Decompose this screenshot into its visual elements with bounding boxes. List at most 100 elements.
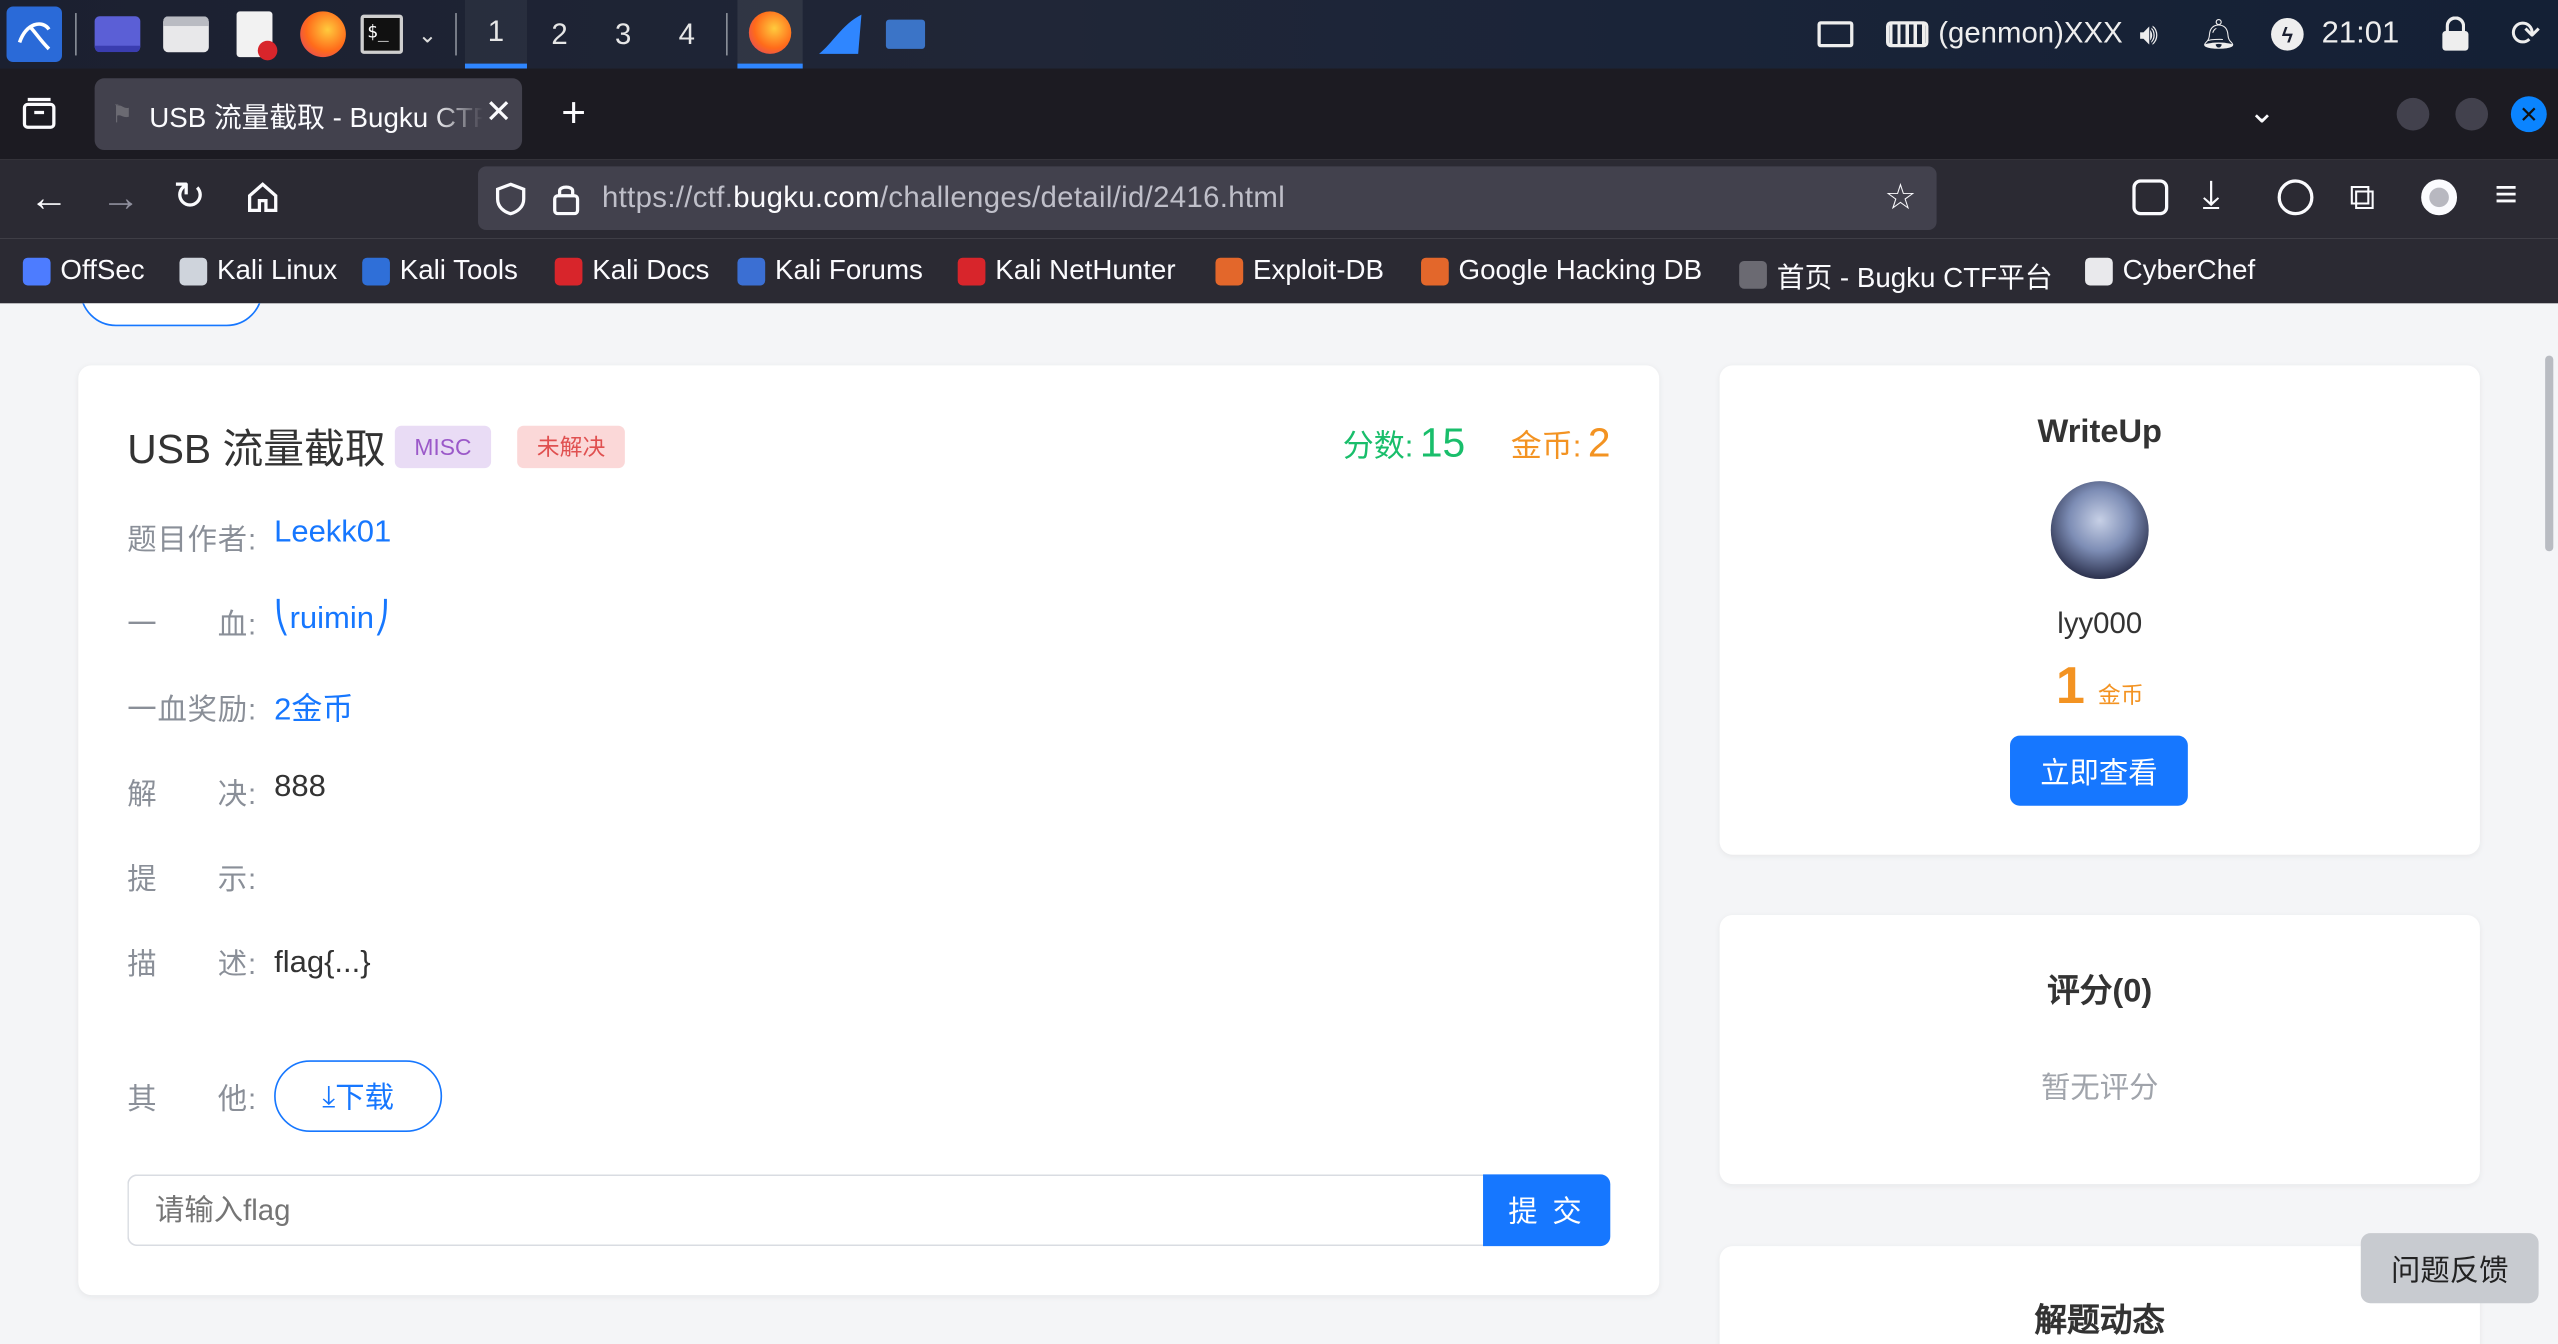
bookmark-google-hacking-db[interactable]: Google Hacking DB [1421, 254, 1702, 287]
kali-menu-icon[interactable] [6, 6, 62, 62]
volume-icon[interactable]: 🔊︎ [2126, 10, 2172, 59]
tab-list-chevron-icon[interactable]: ⌄ [2248, 91, 2275, 132]
kali-docs-icon [554, 256, 583, 285]
browser-navbar: ← → ↻ https://ctf.bugku.com/challenges/d… [0, 159, 2558, 239]
window-minimize-button[interactable] [2396, 97, 2430, 131]
text-editor-icon[interactable] [228, 10, 280, 61]
score: 分数: 15 [1342, 420, 1466, 467]
show-desktop-icon[interactable] [91, 10, 143, 59]
back-arrow-icon[interactable]: ← [29, 176, 68, 222]
first-blood-link[interactable]: ⎝ruimin⎠ [274, 600, 389, 638]
bookmark-bugku-home[interactable]: 首页 - Bugku CTF平台 [1739, 254, 2053, 295]
first-blood-label: 一 血: [127, 608, 257, 642]
download-button[interactable]: ⤓ 下载 [274, 1060, 443, 1132]
account-icon[interactable] [2277, 179, 2314, 216]
desktop-taskbar: $_ ⌄ 1 2 3 4 (genmon)XXX 🔊︎ 🔔︎ ϟ 21:01 ⟳ [0, 0, 2558, 69]
kali-dragon-icon [179, 256, 208, 285]
view-writeup-button[interactable]: 立即查看 [2010, 735, 2188, 806]
bookmark-kali-tools[interactable]: Kali Tools [362, 254, 518, 287]
bookmark-kali-nethunter[interactable]: Kali NetHunter [957, 254, 1176, 287]
power-manager-icon[interactable]: ϟ [2268, 10, 2307, 59]
genmon-label: (genmon)XXX [1938, 16, 2123, 49]
challenge-title: USB 流量截取 [127, 427, 386, 474]
tab-active[interactable]: ⚑ USB 流量截取 - Bugku CTF ✕ [94, 78, 523, 151]
challenge-card: USB 流量截取 MISC 未解决 分数: 15 金币: 2 题目作者: Leekk… [78, 365, 1660, 1296]
wireshark-window-icon[interactable] [811, 10, 870, 59]
chevron-down-icon[interactable]: ⌄ [411, 10, 444, 59]
top-pill-button[interactable] [79, 303, 263, 327]
submit-flag-button[interactable]: 提 交 [1483, 1174, 1611, 1247]
menu-hamburger-icon[interactable]: ≡ [2495, 173, 2518, 219]
bookmark-kali-linux[interactable]: Kali Linux [179, 254, 337, 287]
nethunter-icon [957, 256, 986, 285]
extensions-icon[interactable]: ⧉ [2349, 176, 2375, 218]
solved-label: 解 决: [127, 778, 257, 811]
notification-bell-icon[interactable]: 🔔︎ [2199, 10, 2238, 59]
bookmark-exploit-db[interactable]: Exploit-DB [1215, 254, 1384, 287]
logout-icon[interactable]: ⟳ [2503, 10, 2549, 59]
offsec-icon [22, 256, 51, 285]
file-manager-icon[interactable] [160, 10, 212, 59]
bookmark-cyberchef[interactable]: CyberChef [2085, 254, 2255, 287]
rating-empty-text: 暂无评分 [2041, 1071, 2159, 1105]
firefox-launcher-icon[interactable] [297, 10, 349, 59]
keyboard-icon[interactable] [1884, 10, 1930, 59]
window-maximize-button[interactable] [2455, 97, 2489, 131]
bookmark-kali-docs[interactable]: Kali Docs [554, 254, 709, 287]
rating-card: 评分(0) 暂无评分 [1719, 915, 2480, 1185]
bookmark-star-icon[interactable]: ☆ [1884, 176, 1916, 218]
terminal-icon[interactable]: $_ [359, 10, 405, 59]
lock-screen-icon[interactable] [2434, 10, 2476, 59]
app-window-icon[interactable] [881, 10, 930, 59]
window-close-button[interactable]: ✕ [2510, 96, 2547, 133]
shield-icon[interactable] [494, 181, 527, 217]
workspace-2[interactable]: 2 [529, 0, 591, 69]
firefox-window-icon[interactable] [737, 0, 803, 69]
category-badge: MISC [394, 425, 492, 469]
avatar[interactable] [2050, 481, 2149, 580]
hint-label: 提 示: [127, 862, 257, 896]
reload-icon[interactable]: ↻ [173, 173, 206, 220]
pocket-icon[interactable] [2132, 179, 2169, 216]
bookmarks-toolbar: OffSec Kali Linux Kali Tools Kali Docs K… [0, 238, 2558, 304]
writeup-coin: 1 金币 [2055, 655, 2144, 715]
tab-overview-icon[interactable] [20, 95, 59, 134]
flag-input[interactable] [127, 1174, 1485, 1247]
extension-circle-icon[interactable] [2421, 179, 2458, 216]
url-text[interactable]: https://ctf.bugku.com/challenges/detail/… [602, 181, 1285, 215]
author-label: 题目作者: [127, 523, 257, 557]
tab-title: USB 流量截取 - Bugku CTF [149, 101, 484, 133]
workspace-4[interactable]: 4 [656, 0, 718, 69]
home-icon[interactable] [245, 179, 281, 215]
coin: 金币: 2 [1510, 420, 1611, 467]
solved-count: 888 [274, 769, 326, 805]
author-link[interactable]: Leekk01 [274, 515, 391, 551]
download-arrow-icon: ⤓ [322, 1078, 336, 1112]
description-value: flag{...} [274, 946, 371, 981]
writeup-username: lyy000 [2057, 606, 2143, 640]
display-icon[interactable] [1814, 10, 1856, 59]
lock-icon[interactable] [551, 183, 580, 216]
first-blood-reward-value: 2金币 [274, 693, 354, 728]
new-tab-button[interactable]: + [561, 88, 586, 139]
download-icon[interactable]: ⤓ [2203, 173, 2220, 219]
tab-close-icon[interactable]: ✕ [485, 95, 512, 131]
workspace-1[interactable]: 1 [464, 0, 527, 69]
workspace-3[interactable]: 3 [592, 0, 654, 69]
feedback-button[interactable]: 问题反馈 [2360, 1233, 2539, 1304]
description-label: 描 述: [127, 947, 257, 981]
writeup-title: WriteUp [2037, 414, 2162, 451]
status-badge: 未解决 [517, 425, 625, 469]
browser-tab-strip: ⚑ USB 流量截取 - Bugku CTF ✕ + ⌄ ✕ [0, 68, 2558, 160]
bugku-flag-icon [1739, 260, 1767, 289]
bookmark-kali-forums[interactable]: Kali Forums [737, 254, 923, 287]
bookmark-offsec[interactable]: OffSec [22, 254, 145, 287]
writeup-card: WriteUp lyy000 1 金币 立即查看 [1719, 365, 2480, 855]
kali-forums-icon [737, 256, 766, 285]
first-blood-reward-label: 一血奖励: [127, 693, 257, 726]
page-scrollbar[interactable] [2545, 355, 2554, 552]
clock[interactable]: 21:01 [2322, 16, 2400, 52]
forward-arrow-icon[interactable]: → [101, 176, 140, 222]
exploit-db-icon [1215, 256, 1244, 285]
url-bar[interactable]: https://ctf.bugku.com/challenges/detail/… [478, 166, 1937, 230]
